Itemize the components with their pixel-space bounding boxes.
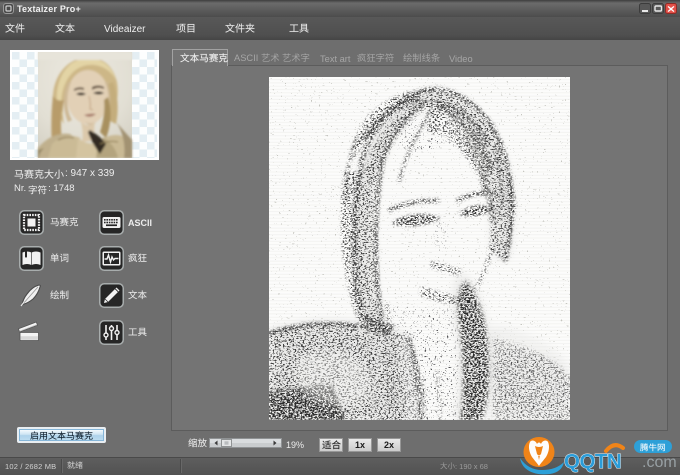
svg-text:.com: .com (642, 454, 677, 471)
svg-text:QQTN: QQTN (564, 450, 621, 473)
